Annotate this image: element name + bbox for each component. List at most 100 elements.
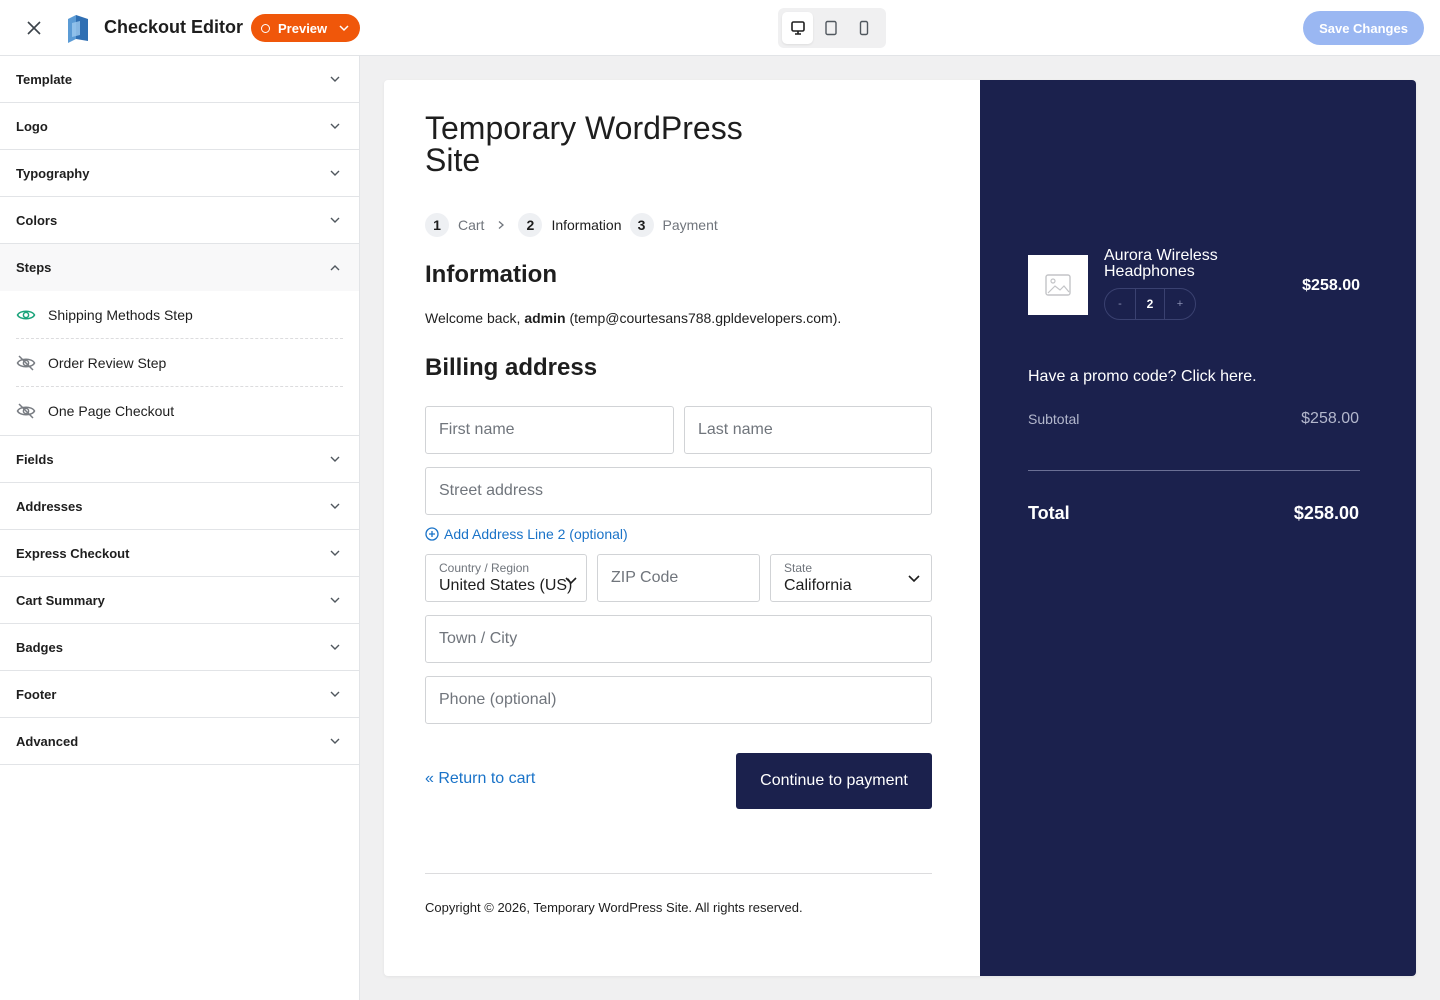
footer-divider	[425, 873, 932, 874]
section-cart-summary[interactable]: Cart Summary	[0, 577, 359, 624]
section-typography[interactable]: Typography	[0, 150, 359, 197]
last-name-input[interactable]	[698, 421, 918, 439]
chevron-down-icon	[330, 597, 340, 603]
add-address-line2-link[interactable]: Add Address Line 2 (optional)	[425, 526, 628, 542]
state-value: California	[784, 577, 852, 594]
section-label: Fields	[16, 451, 54, 467]
product-price: $258.00	[1302, 277, 1360, 294]
step-item-shipping-methods[interactable]: Shipping Methods Step	[16, 291, 343, 339]
first-name-field[interactable]	[425, 406, 674, 454]
image-placeholder-icon	[1045, 274, 1071, 296]
close-button[interactable]	[22, 16, 46, 40]
step-label: One Page Checkout	[48, 403, 175, 419]
desktop-icon	[790, 21, 805, 35]
quantity-increase-button[interactable]: +	[1165, 289, 1195, 319]
section-advanced[interactable]: Advanced	[0, 718, 359, 765]
eye-off-icon[interactable]	[16, 401, 36, 421]
welcome-email: (temp@courtesans788.gpldevelopers.com).	[565, 310, 842, 326]
settings-sidebar: Template Logo Typography Colors Steps Sh…	[0, 56, 360, 1000]
section-label: Badges	[16, 639, 63, 655]
promo-code-link[interactable]: Have a promo code? Click here.	[1028, 368, 1257, 386]
chevron-down-icon	[330, 691, 340, 697]
tablet-view-button[interactable]	[815, 12, 846, 44]
product-thumbnail	[1028, 255, 1088, 315]
continue-to-payment-button[interactable]: Continue to payment	[736, 753, 932, 809]
city-input[interactable]	[439, 630, 918, 648]
site-title: Temporary WordPress Site	[425, 110, 743, 178]
quantity-decrease-button[interactable]: -	[1105, 289, 1135, 319]
first-name-input[interactable]	[439, 421, 660, 439]
device-switcher	[778, 8, 886, 48]
chevron-down-icon	[330, 738, 340, 744]
information-heading: Information	[425, 261, 557, 288]
summary-divider	[1028, 470, 1360, 471]
state-select[interactable]: State California	[770, 554, 932, 602]
section-express-checkout[interactable]: Express Checkout	[0, 530, 359, 577]
step-label: Order Review Step	[48, 354, 167, 371]
chevron-down-icon	[330, 456, 340, 462]
zip-code-field[interactable]	[597, 554, 760, 602]
section-label: Colors	[16, 212, 58, 228]
return-to-cart-link[interactable]: « Return to cart	[425, 770, 535, 788]
save-changes-button[interactable]: Save Changes	[1303, 11, 1424, 45]
step-item-order-review[interactable]: Order Review Step	[16, 339, 343, 387]
section-template[interactable]: Template	[0, 56, 359, 103]
section-addresses[interactable]: Addresses	[0, 483, 359, 530]
section-label: Template	[16, 71, 73, 87]
chevron-down-icon	[565, 577, 577, 585]
section-steps[interactable]: Steps	[0, 244, 359, 291]
close-icon	[27, 21, 41, 35]
quantity-value[interactable]: 2	[1135, 289, 1165, 319]
copyright-text: Copyright © 2026, Temporary WordPress Si…	[425, 900, 803, 915]
phone-input[interactable]	[439, 691, 918, 709]
add-address-line2-label: Add Address Line 2 (optional)	[444, 526, 628, 542]
chevron-down-icon	[908, 575, 920, 583]
section-colors[interactable]: Colors	[0, 197, 359, 244]
breadcrumb-payment: Payment	[662, 217, 718, 233]
mobile-view-button[interactable]	[849, 12, 880, 44]
eye-icon[interactable]	[16, 305, 36, 325]
country-value: United States (US)	[439, 577, 573, 594]
plus-circle-icon	[425, 527, 439, 541]
zip-code-input[interactable]	[611, 569, 746, 587]
street-address-input[interactable]	[439, 482, 918, 500]
step-label: Shipping Methods Step	[48, 306, 193, 323]
preview-label: Preview	[278, 20, 328, 36]
section-label: Logo	[16, 118, 48, 134]
quantity-stepper: - 2 +	[1104, 288, 1196, 320]
chevron-down-icon	[330, 503, 340, 509]
city-field[interactable]	[425, 615, 932, 663]
section-label: Express Checkout	[16, 545, 130, 561]
chevron-up-icon	[330, 264, 340, 270]
chevron-down-icon	[330, 644, 340, 650]
breadcrumb-cart[interactable]: Cart	[458, 217, 484, 233]
section-label: Cart Summary	[16, 592, 105, 608]
chevron-right-icon	[496, 220, 506, 230]
checkout-main: Temporary WordPress Site 1 Cart 2 Inform…	[384, 80, 980, 976]
phone-field[interactable]	[425, 676, 932, 724]
circle-icon	[261, 23, 270, 33]
welcome-message: Welcome back, admin (temp@courtesans788.…	[425, 310, 841, 326]
section-footer[interactable]: Footer	[0, 671, 359, 718]
eye-off-icon[interactable]	[16, 353, 36, 373]
total-label: Total	[1028, 503, 1070, 523]
street-address-field[interactable]	[425, 467, 932, 515]
section-label: Steps	[16, 260, 52, 275]
state-label: State	[784, 561, 813, 575]
subtotal-value: $258.00	[1301, 410, 1359, 427]
last-name-field[interactable]	[684, 406, 932, 454]
section-badges[interactable]: Badges	[0, 624, 359, 671]
chevron-down-icon	[330, 170, 340, 176]
desktop-view-button[interactable]	[782, 12, 814, 44]
order-summary: Aurora Wireless Headphones - 2 + $258.00…	[980, 80, 1416, 976]
section-fields[interactable]: Fields	[0, 436, 359, 483]
step-item-one-page-checkout[interactable]: One Page Checkout	[16, 387, 343, 435]
step-number: 2	[518, 213, 543, 237]
preview-button[interactable]: Preview	[251, 14, 360, 42]
subtotal-label: Subtotal	[1028, 411, 1080, 427]
section-logo[interactable]: Logo	[0, 103, 359, 150]
country-label: Country / Region	[439, 561, 530, 575]
section-label: Addresses	[16, 498, 83, 514]
country-select[interactable]: Country / Region United States (US)	[425, 554, 587, 602]
section-label: Advanced	[16, 733, 79, 749]
